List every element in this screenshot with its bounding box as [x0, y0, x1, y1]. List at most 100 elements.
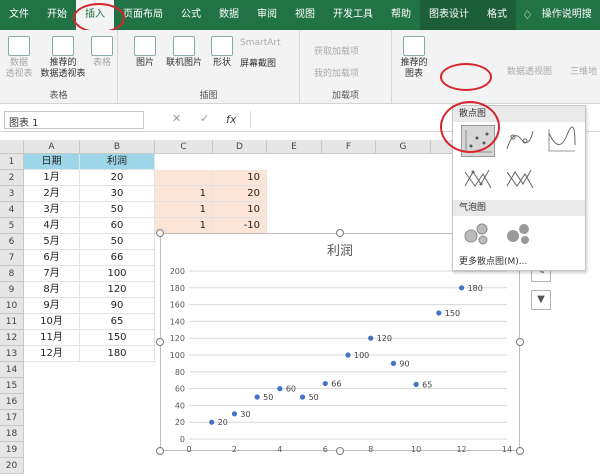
resize-handle[interactable]	[336, 447, 344, 455]
cell-b5[interactable]: 60	[80, 218, 155, 234]
column-header-e[interactable]: E	[267, 140, 322, 154]
row-header-14[interactable]: 14	[0, 362, 24, 378]
tab-developer[interactable]: 开发工具	[324, 0, 382, 30]
online-picture-button[interactable]: 联机图片	[162, 36, 206, 69]
cell-b10[interactable]: 90	[80, 298, 155, 314]
tab-file[interactable]: 文件	[0, 0, 38, 30]
smartart-button[interactable]: SmartArt	[240, 38, 281, 48]
row-header-6[interactable]: 6	[0, 234, 24, 250]
get-addins-button[interactable]: 获取加载项	[314, 44, 359, 57]
resize-handle[interactable]	[156, 338, 164, 346]
table-button[interactable]: 表格	[90, 36, 114, 69]
pivot-table-button[interactable]: 数据 透视表	[4, 36, 34, 80]
map-3d-button[interactable]: 三维地	[570, 64, 597, 77]
cell-a6[interactable]: 5月	[24, 234, 80, 250]
shapes-button[interactable]: 形状	[208, 36, 236, 69]
cell-d4[interactable]: 10	[213, 202, 267, 218]
cell-a12[interactable]: 11月	[24, 330, 80, 346]
screenshot-button[interactable]: 屏幕截图	[240, 56, 276, 69]
cancel-icon[interactable]: ✕	[172, 112, 181, 125]
column-header-c[interactable]: C	[155, 140, 213, 154]
row-header-13[interactable]: 13	[0, 346, 24, 362]
insert-function-button[interactable]: fx	[226, 113, 236, 126]
tell-me-search[interactable]: 操作说明搜	[533, 0, 600, 30]
pivot-chart-button[interactable]: 数据透视图	[507, 64, 552, 77]
cell-d3[interactable]: 20	[213, 186, 267, 202]
more-scatter-charts-link[interactable]: 更多散点图(M)...	[459, 254, 527, 267]
cell-b6[interactable]: 50	[80, 234, 155, 250]
column-header-a[interactable]: A	[24, 140, 80, 154]
column-header-f[interactable]: F	[322, 140, 376, 154]
cell-d2[interactable]: 10	[213, 170, 267, 186]
cell-b8[interactable]: 100	[80, 266, 155, 282]
tab-chart-design[interactable]: 图表设计	[420, 0, 478, 30]
row-header-2[interactable]: 2	[0, 170, 24, 186]
cell-a4[interactable]: 3月	[24, 202, 80, 218]
recommended-pivot-button[interactable]: 推荐的 数据透视表	[38, 36, 88, 80]
tab-format[interactable]: 格式	[478, 0, 516, 30]
cell-b13[interactable]: 180	[80, 346, 155, 362]
cell-b2[interactable]: 20	[80, 170, 155, 186]
cell-a13[interactable]: 12月	[24, 346, 80, 362]
cell-b3[interactable]: 30	[80, 186, 155, 202]
resize-handle[interactable]	[516, 447, 524, 455]
cell-a2[interactable]: 1月	[24, 170, 80, 186]
row-header-17[interactable]: 17	[0, 410, 24, 426]
formula-input[interactable]	[250, 111, 450, 129]
row-header-18[interactable]: 18	[0, 426, 24, 442]
row-header-15[interactable]: 15	[0, 378, 24, 394]
row-header-11[interactable]: 11	[0, 314, 24, 330]
cell-c3[interactable]: 1	[155, 186, 213, 202]
row-header-8[interactable]: 8	[0, 266, 24, 282]
enter-icon[interactable]: ✓	[200, 112, 209, 125]
my-addins-button[interactable]: 我的加载项	[314, 66, 359, 79]
cell-a9[interactable]: 8月	[24, 282, 80, 298]
select-all-corner[interactable]	[0, 140, 24, 154]
cell-a5[interactable]: 4月	[24, 218, 80, 234]
row-header-19[interactable]: 19	[0, 442, 24, 458]
tab-review[interactable]: 审阅	[248, 0, 286, 30]
scatter-straight-lines-icon[interactable]	[503, 164, 537, 196]
picture-button[interactable]: 图片	[132, 36, 158, 69]
cell-a11[interactable]: 10月	[24, 314, 80, 330]
row-header-20[interactable]: 20	[0, 458, 24, 474]
scatter-smooth-markers-icon[interactable]	[503, 125, 537, 157]
tab-formulas[interactable]: 公式	[172, 0, 210, 30]
cell-b9[interactable]: 120	[80, 282, 155, 298]
row-header-1[interactable]: 1	[0, 154, 24, 170]
cell-a10[interactable]: 9月	[24, 298, 80, 314]
cell-c2[interactable]	[155, 170, 213, 186]
column-header-b[interactable]: B	[80, 140, 155, 154]
cell-b7[interactable]: 66	[80, 250, 155, 266]
row-header-10[interactable]: 10	[0, 298, 24, 314]
cell-b1[interactable]: 利润	[80, 154, 155, 170]
resize-handle[interactable]	[516, 338, 524, 346]
cell-b4[interactable]: 50	[80, 202, 155, 218]
cell-a3[interactable]: 2月	[24, 186, 80, 202]
tab-view[interactable]: 视图	[286, 0, 324, 30]
resize-handle[interactable]	[156, 229, 164, 237]
row-header-5[interactable]: 5	[0, 218, 24, 234]
bubble-chart-icon[interactable]	[461, 218, 495, 250]
resize-handle[interactable]	[336, 229, 344, 237]
scatter-straight-markers-icon[interactable]	[461, 164, 495, 196]
scatter-smooth-lines-icon[interactable]	[545, 125, 579, 157]
row-header-7[interactable]: 7	[0, 250, 24, 266]
cell-b11[interactable]: 65	[80, 314, 155, 330]
row-header-4[interactable]: 4	[0, 202, 24, 218]
cell-c4[interactable]: 1	[155, 202, 213, 218]
tab-help[interactable]: 帮助	[382, 0, 420, 30]
column-header-g[interactable]: G	[376, 140, 431, 154]
cell-a7[interactable]: 6月	[24, 250, 80, 266]
cell-a1[interactable]: 日期	[24, 154, 80, 170]
recommended-charts-button[interactable]: 推荐的 图表	[398, 36, 430, 80]
resize-handle[interactable]	[156, 447, 164, 455]
name-box[interactable]: 图表 1	[4, 111, 144, 129]
row-header-16[interactable]: 16	[0, 394, 24, 410]
cell-a8[interactable]: 7月	[24, 266, 80, 282]
tab-data[interactable]: 数据	[210, 0, 248, 30]
row-header-9[interactable]: 9	[0, 282, 24, 298]
column-header-d[interactable]: D	[213, 140, 267, 154]
row-header-3[interactable]: 3	[0, 186, 24, 202]
tab-home[interactable]: 开始	[38, 0, 76, 30]
